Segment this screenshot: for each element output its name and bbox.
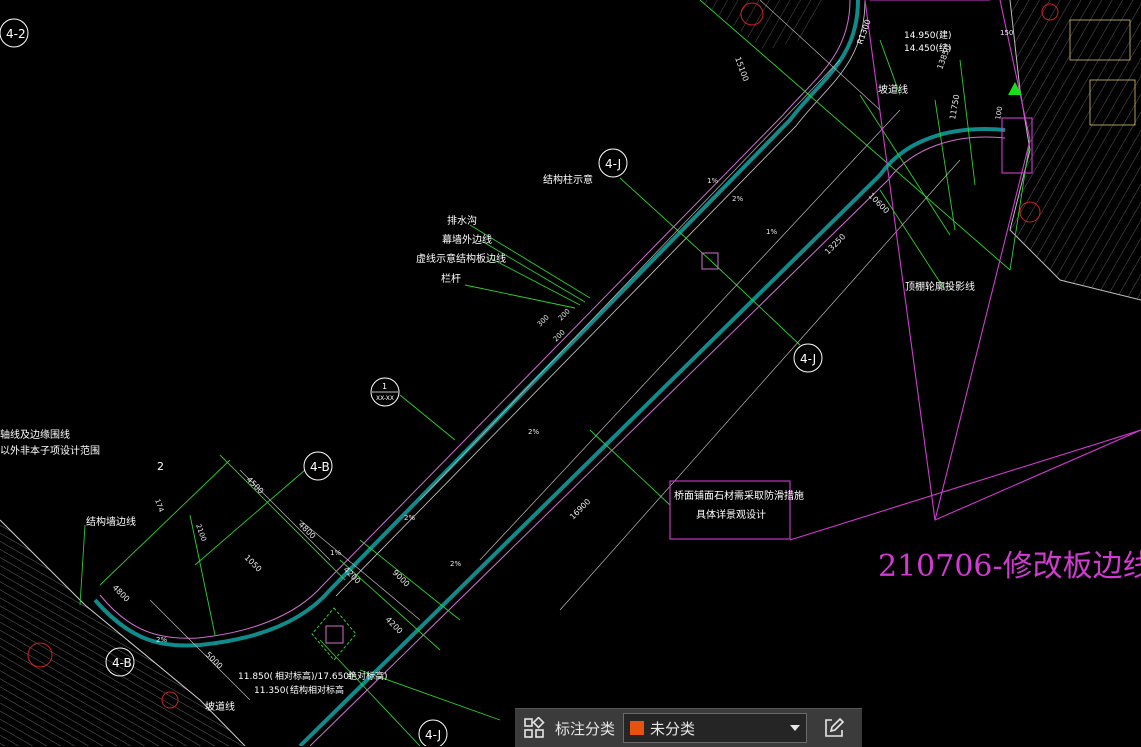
structure-column-label: 结构柱示意 bbox=[543, 173, 593, 186]
level-structure-b: 结构相对标高 bbox=[290, 684, 344, 696]
dim: 9000 bbox=[391, 568, 412, 589]
edit-category-button[interactable] bbox=[815, 709, 853, 747]
grid-icon bbox=[524, 717, 545, 738]
axis-note-1: 轴线及边缘围线 bbox=[0, 428, 70, 441]
slope: 2% bbox=[156, 636, 167, 644]
revision-note: 210706-修改板边线 bbox=[878, 549, 1141, 584]
dim: 150 bbox=[1000, 29, 1013, 37]
annotation-grid-button[interactable] bbox=[515, 709, 553, 747]
dim: 15100 bbox=[733, 56, 750, 83]
slope: 2% bbox=[404, 514, 415, 522]
category-value: 未分类 bbox=[650, 719, 696, 738]
paving-note-line-2: 具体详景观设计 bbox=[696, 508, 766, 521]
level-finished: 14.950(建) bbox=[904, 29, 952, 41]
drain-ditch-label: 排水沟 bbox=[447, 214, 477, 227]
annotation-labels: 结构柱示意 排水沟 幕墙外边线 虚线示意结构板边线 栏杆 桥面铺面石材需采取防滑… bbox=[0, 18, 975, 713]
dim: 11750 bbox=[948, 94, 961, 121]
dim: 2100 bbox=[194, 523, 208, 542]
slope: 2% bbox=[450, 560, 461, 568]
slope-line-label: 坡道线 bbox=[878, 83, 908, 96]
level-structure: 11.350( bbox=[254, 686, 289, 696]
dim: 16900 bbox=[568, 497, 592, 521]
dim: 200 bbox=[557, 307, 572, 322]
grid-tag: 4-J bbox=[800, 352, 816, 366]
dim: 4200 bbox=[384, 615, 405, 636]
grid-tag: 2 bbox=[157, 460, 164, 473]
category-color-swatch bbox=[630, 721, 645, 735]
curtain-wall-label: 幕墙外边线 bbox=[442, 233, 492, 246]
detail-number: 1 bbox=[382, 382, 387, 391]
slope: 2% bbox=[732, 195, 743, 203]
level-relative-b: 相对标高)/17.650( bbox=[275, 670, 353, 682]
level-relative: 11.850( bbox=[238, 672, 273, 682]
grid-tag: 4-B bbox=[112, 656, 132, 670]
dim: 13250 bbox=[823, 232, 847, 256]
grid-tag: 4-B bbox=[310, 460, 330, 474]
annotation-category-label: 标注分类 bbox=[555, 719, 616, 738]
dim: 174 bbox=[153, 498, 165, 514]
detail-ref: XX-XX bbox=[376, 395, 394, 402]
railing-label: 栏杆 bbox=[441, 272, 461, 285]
paving-note-line-1: 桥面铺面石材需采取防滑措施 bbox=[674, 489, 804, 502]
hatched-zone-top-right bbox=[1009, 0, 1141, 301]
structure-edge-label: 结构墙边线 bbox=[86, 515, 136, 528]
annotation-category-toolbar: 标注分类 未分类 bbox=[515, 708, 862, 747]
grid-tag: 4-2 bbox=[6, 27, 26, 41]
red-markers bbox=[27, 2, 1059, 709]
dashed-outline-label: 虚线示意结构板边线 bbox=[416, 252, 506, 265]
hatched-zone-top bbox=[700, 0, 830, 50]
axis-note-2: 以外非本子项设计范围 bbox=[0, 444, 100, 457]
dim: 10600 bbox=[867, 191, 891, 215]
bridge-outline bbox=[93, 0, 1006, 746]
chevron-down-icon bbox=[790, 725, 801, 731]
category-select[interactable]: 未分类 bbox=[623, 713, 808, 743]
grid-tag: 4-J bbox=[605, 157, 621, 171]
slope: 2% bbox=[528, 428, 539, 436]
dim: 5000 bbox=[204, 650, 225, 671]
edit-icon bbox=[825, 717, 845, 737]
dim: 200 bbox=[552, 328, 567, 343]
level-relative-c: 绝对标高) bbox=[348, 670, 388, 682]
dim: 4800 bbox=[111, 583, 132, 604]
dim: 4800 bbox=[297, 520, 318, 541]
ramp-line-label: 坡道线 bbox=[205, 700, 235, 713]
slope: 1% bbox=[766, 228, 777, 236]
dim: 1050 bbox=[243, 553, 264, 574]
dim: 300 bbox=[536, 313, 551, 328]
grid-tag: 4-J bbox=[425, 728, 441, 742]
slope: 1% bbox=[707, 177, 718, 185]
slope: 1% bbox=[330, 549, 341, 557]
canopy-outline-label: 顶棚轮廓投影线 bbox=[905, 280, 975, 293]
column-markers bbox=[311, 252, 719, 661]
alignment-lines bbox=[149, 0, 961, 701]
cad-drawing-canvas[interactable]: 4-2 4-J 4-J 4-B 4-B 4-J 2 1 XX-XX 结构柱示意 … bbox=[0, 0, 1141, 746]
